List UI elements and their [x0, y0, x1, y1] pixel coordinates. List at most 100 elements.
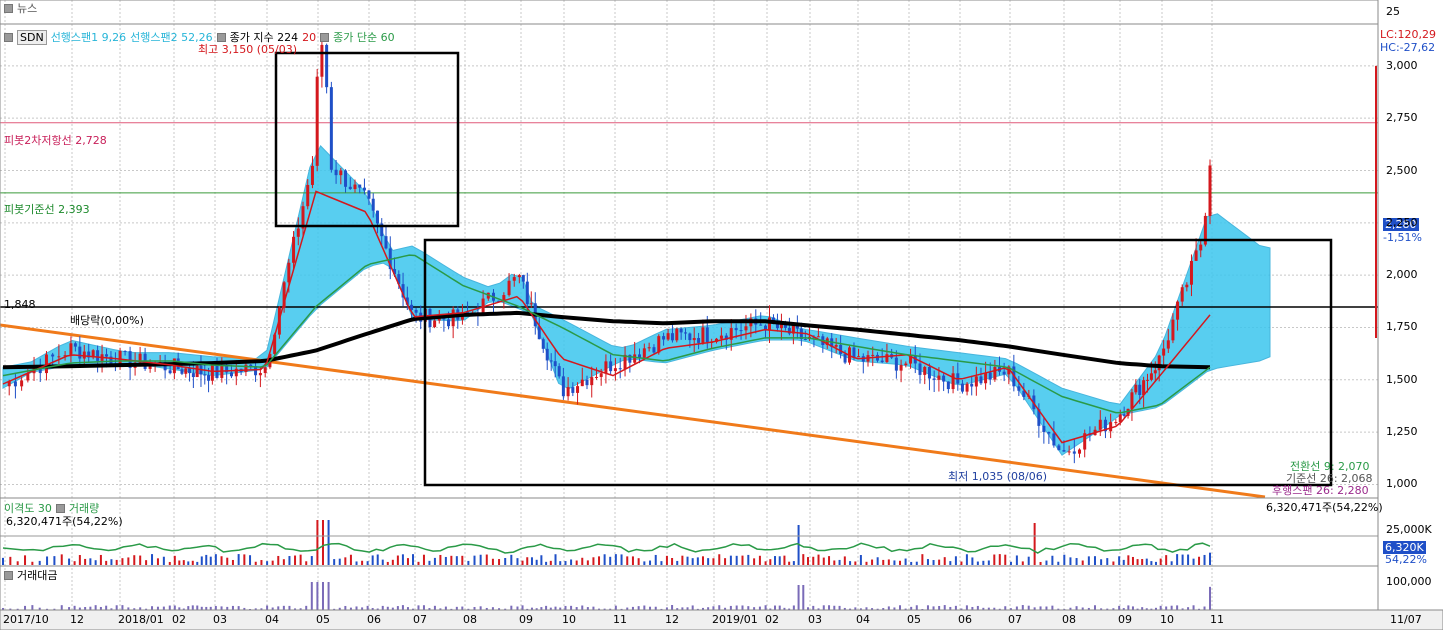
- volume-bar: [1087, 556, 1090, 565]
- volume-bar: [187, 561, 190, 565]
- volume-bar: [338, 558, 341, 565]
- candle-body: [688, 333, 692, 341]
- candle-body: [1166, 340, 1170, 349]
- volume-bar: [1081, 560, 1084, 565]
- volume-bar: [444, 556, 447, 565]
- volume-bar: [686, 556, 689, 565]
- x-tick-label: 04: [856, 613, 870, 626]
- candle-body: [375, 210, 379, 224]
- volume-bar: [592, 557, 595, 565]
- volume-bar: [110, 559, 113, 565]
- checkbox-icon[interactable]: [55, 504, 65, 513]
- x-tick-label: 09: [1118, 613, 1132, 626]
- checkbox-icon[interactable]: [320, 33, 330, 42]
- amount-bar: [1118, 605, 1121, 610]
- volume-bar: [893, 560, 896, 565]
- volume-bar: [1118, 556, 1121, 565]
- candle-body: [325, 44, 329, 88]
- amount-title: 거래대금: [17, 569, 58, 582]
- volume-pct: 54,22%: [1385, 553, 1427, 566]
- volume-bar: [38, 560, 41, 565]
- candle-body: [561, 376, 565, 397]
- checkbox-icon[interactable]: [4, 571, 13, 580]
- pivot-resistance-label: 피봇2차저항선 2,728: [4, 134, 107, 147]
- y-tick-label: 1,750: [1386, 320, 1418, 334]
- volume-bar: [976, 561, 979, 565]
- candle-body: [734, 328, 738, 331]
- candle-body: [647, 347, 651, 349]
- candle-body: [566, 387, 570, 397]
- candle-body: [334, 169, 338, 176]
- amount-bar: [614, 605, 617, 610]
- volume-bar: [479, 554, 482, 565]
- volume-bar: [1141, 559, 1144, 565]
- volume-bar: [603, 554, 606, 565]
- x-tick-label: 08: [463, 613, 477, 626]
- candle-body: [618, 368, 622, 370]
- volume-bar: [718, 554, 721, 565]
- amount-bar: [94, 605, 97, 610]
- amount-bar: [735, 605, 738, 610]
- volume-bar: [1170, 561, 1173, 565]
- volume-bar: [99, 554, 102, 565]
- volume-bar: [231, 559, 234, 565]
- volume-bar: [115, 559, 118, 565]
- volume-bar: [530, 557, 533, 565]
- checkbox-icon[interactable]: [4, 33, 13, 42]
- news-label: 뉴스: [17, 2, 38, 15]
- legend-span1: 선행스팬1 9,26: [50, 31, 127, 44]
- candle-body: [258, 372, 262, 376]
- amount-bar: [327, 582, 330, 610]
- amount-bar: [310, 582, 313, 610]
- volume-bar: [871, 559, 874, 565]
- legend-ma60: 종가 단순 60: [333, 31, 395, 44]
- volume-bar: [288, 556, 291, 565]
- amount-bar: [196, 605, 199, 610]
- amount-bar: [422, 605, 425, 610]
- amount-bar: [237, 606, 240, 610]
- candle-body: [852, 347, 856, 358]
- volume-bar: [396, 555, 399, 565]
- volume-bar: [53, 556, 56, 565]
- volume-bar: [450, 555, 453, 565]
- volume-bar: [355, 561, 358, 565]
- candle-body: [339, 170, 343, 176]
- volume-bar: [191, 560, 194, 565]
- volume-bar: [1131, 556, 1134, 565]
- volume-bar: [299, 554, 302, 565]
- x-tick-label: 2018/01: [118, 613, 164, 626]
- volume-bar: [151, 554, 154, 565]
- amount-bar: [355, 606, 358, 610]
- candle-body: [203, 374, 207, 376]
- candle-body: [20, 380, 24, 387]
- y-tick-label: 2,250: [1386, 215, 1418, 229]
- volume-bar: [277, 555, 280, 565]
- candle-body: [13, 381, 17, 387]
- volume-bar: [993, 554, 996, 565]
- volume-bar: [78, 555, 81, 565]
- volume-bar: [643, 561, 646, 565]
- volume-bar: [637, 558, 640, 565]
- checkbox-icon[interactable]: [4, 4, 13, 13]
- candle-body: [1109, 422, 1113, 432]
- volume-bar: [887, 559, 890, 565]
- candle-body: [974, 376, 978, 387]
- volume-bar: [609, 556, 612, 565]
- amount-bar: [1015, 606, 1018, 610]
- volume-bar: [1015, 555, 1018, 565]
- candle-body: [692, 337, 696, 341]
- amount-bar: [828, 605, 831, 610]
- candle-body: [594, 376, 598, 378]
- volume-bar: [1009, 561, 1012, 565]
- cloud-area: [2, 145, 1271, 456]
- volume-bar: [843, 556, 846, 565]
- volume-bar: [960, 561, 963, 565]
- candle-body: [932, 378, 936, 380]
- volume-bar: [671, 558, 674, 565]
- volume-axis-value: 25,000K: [1386, 523, 1432, 536]
- x-tick-label: 10: [1160, 613, 1174, 626]
- x-tick-label: 06: [367, 613, 381, 626]
- volume-title: 이격도 30: [4, 502, 52, 515]
- volume-bar: [954, 556, 957, 565]
- checkbox-icon[interactable]: [216, 33, 226, 42]
